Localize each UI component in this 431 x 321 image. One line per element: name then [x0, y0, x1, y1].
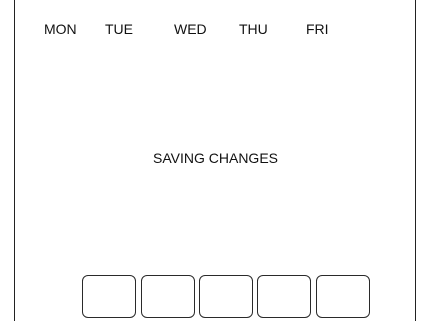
- soft-key-5[interactable]: [316, 275, 370, 318]
- soft-key-2[interactable]: [141, 275, 195, 318]
- soft-key-1[interactable]: [82, 275, 136, 318]
- day-tue[interactable]: TUE: [105, 21, 133, 37]
- day-wed[interactable]: WED: [174, 21, 207, 37]
- day-fri[interactable]: FRI: [306, 21, 329, 37]
- soft-key-4[interactable]: [257, 275, 311, 318]
- day-mon[interactable]: MON: [44, 21, 77, 37]
- status-message: SAVING CHANGES: [153, 150, 278, 166]
- soft-key-3[interactable]: [199, 275, 253, 318]
- day-thu[interactable]: THU: [239, 21, 268, 37]
